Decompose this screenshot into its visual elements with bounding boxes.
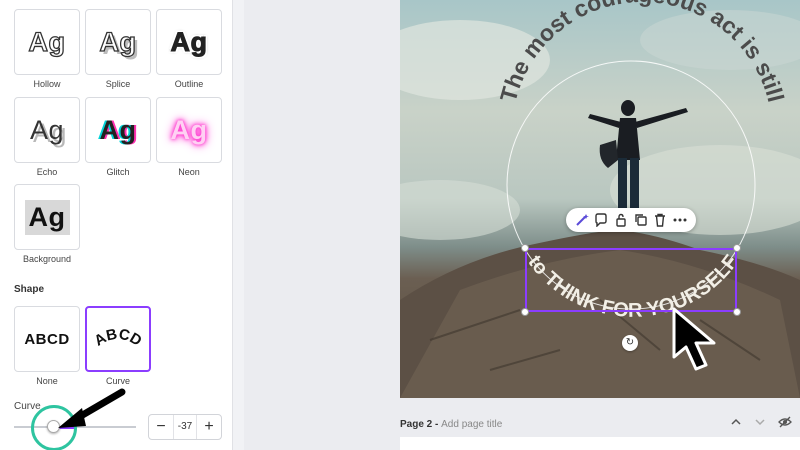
effect-label: Outline bbox=[174, 79, 204, 89]
effect-label: Echo bbox=[36, 167, 58, 177]
resize-handle[interactable] bbox=[521, 244, 529, 252]
svg-text:ABCD: ABCD bbox=[91, 326, 144, 350]
effect-outline[interactable]: Ag bbox=[156, 9, 222, 75]
design-page[interactable]: The most courageous act is still to THIN… bbox=[400, 0, 800, 398]
effect-sample: Ag bbox=[24, 199, 70, 235]
shape-sample: ABCD bbox=[24, 330, 70, 348]
shape-label: Curve bbox=[105, 376, 130, 386]
panel-divider[interactable] bbox=[232, 0, 244, 450]
effect-label: Hollow bbox=[33, 79, 61, 89]
decrease-button[interactable]: − bbox=[151, 417, 171, 437]
selection-box[interactable] bbox=[525, 248, 737, 312]
rotate-handle-icon[interactable]: ↻ bbox=[622, 335, 638, 351]
shape-sample: ABCD bbox=[91, 326, 144, 350]
resize-handle[interactable] bbox=[521, 308, 529, 316]
delete-icon[interactable] bbox=[653, 213, 667, 227]
page2-title-placeholder[interactable]: Add page title bbox=[441, 419, 502, 430]
more-icon[interactable] bbox=[673, 213, 687, 227]
page2-actions bbox=[730, 416, 792, 431]
magic-edit-icon[interactable] bbox=[575, 213, 589, 227]
effect-label: Background bbox=[22, 254, 72, 264]
element-toolbar bbox=[566, 208, 696, 232]
shape-section-title: Shape bbox=[14, 284, 45, 295]
effect-echo[interactable]: Ag bbox=[14, 97, 80, 163]
pointer-arrow-icon bbox=[58, 388, 126, 428]
chevron-down-icon[interactable] bbox=[754, 416, 766, 431]
page2-prefix: Page 2 - bbox=[400, 419, 442, 430]
effect-splice[interactable]: Ag bbox=[85, 9, 151, 75]
hide-page-icon[interactable] bbox=[778, 416, 792, 431]
effect-glitch[interactable]: Ag bbox=[85, 97, 151, 163]
increase-button[interactable]: + bbox=[199, 417, 219, 437]
canva-editor: Ag Hollow Ag Splice Ag Outline Ag Echo A… bbox=[0, 0, 800, 450]
resize-handle[interactable] bbox=[733, 244, 741, 252]
effect-label: Glitch bbox=[106, 167, 130, 177]
effect-sample: Ag bbox=[28, 26, 66, 57]
page2-header: Page 2 - Add page title bbox=[400, 410, 800, 438]
effect-background[interactable]: Ag bbox=[14, 184, 80, 250]
effect-label: Neon bbox=[178, 167, 200, 177]
page2-canvas[interactable] bbox=[400, 437, 800, 450]
shape-none[interactable]: ABCD bbox=[14, 306, 80, 372]
effect-sample: Ag bbox=[170, 114, 208, 145]
effect-hollow[interactable]: Ag bbox=[14, 9, 80, 75]
curve-label: Curve bbox=[14, 401, 41, 412]
effect-sample: Ag bbox=[170, 26, 208, 57]
shape-curve[interactable]: ABCD bbox=[85, 306, 151, 372]
effect-neon[interactable]: Ag bbox=[156, 97, 222, 163]
lock-icon[interactable] bbox=[614, 213, 628, 227]
page2-title[interactable]: Page 2 - Add page title bbox=[400, 419, 502, 430]
text-effects-panel: Ag Hollow Ag Splice Ag Outline Ag Echo A… bbox=[0, 0, 232, 450]
comment-icon[interactable] bbox=[594, 213, 608, 228]
curve-value[interactable]: -37 bbox=[173, 415, 197, 439]
effect-sample: Ag bbox=[29, 114, 65, 145]
resize-handle[interactable] bbox=[733, 308, 741, 316]
effect-sample: Ag bbox=[99, 26, 137, 57]
mouse-cursor-icon bbox=[672, 307, 716, 371]
effect-sample: Ag bbox=[99, 114, 137, 145]
curve-stepper: − -37 + bbox=[148, 414, 222, 440]
shape-label: None bbox=[36, 376, 58, 386]
effect-label: Splice bbox=[105, 79, 131, 89]
chevron-up-icon[interactable] bbox=[730, 416, 742, 431]
mountain-photo: The most courageous act is still to THIN… bbox=[400, 0, 800, 398]
curved-abcd-sample: ABCD bbox=[91, 326, 144, 350]
duplicate-icon[interactable] bbox=[634, 213, 648, 227]
